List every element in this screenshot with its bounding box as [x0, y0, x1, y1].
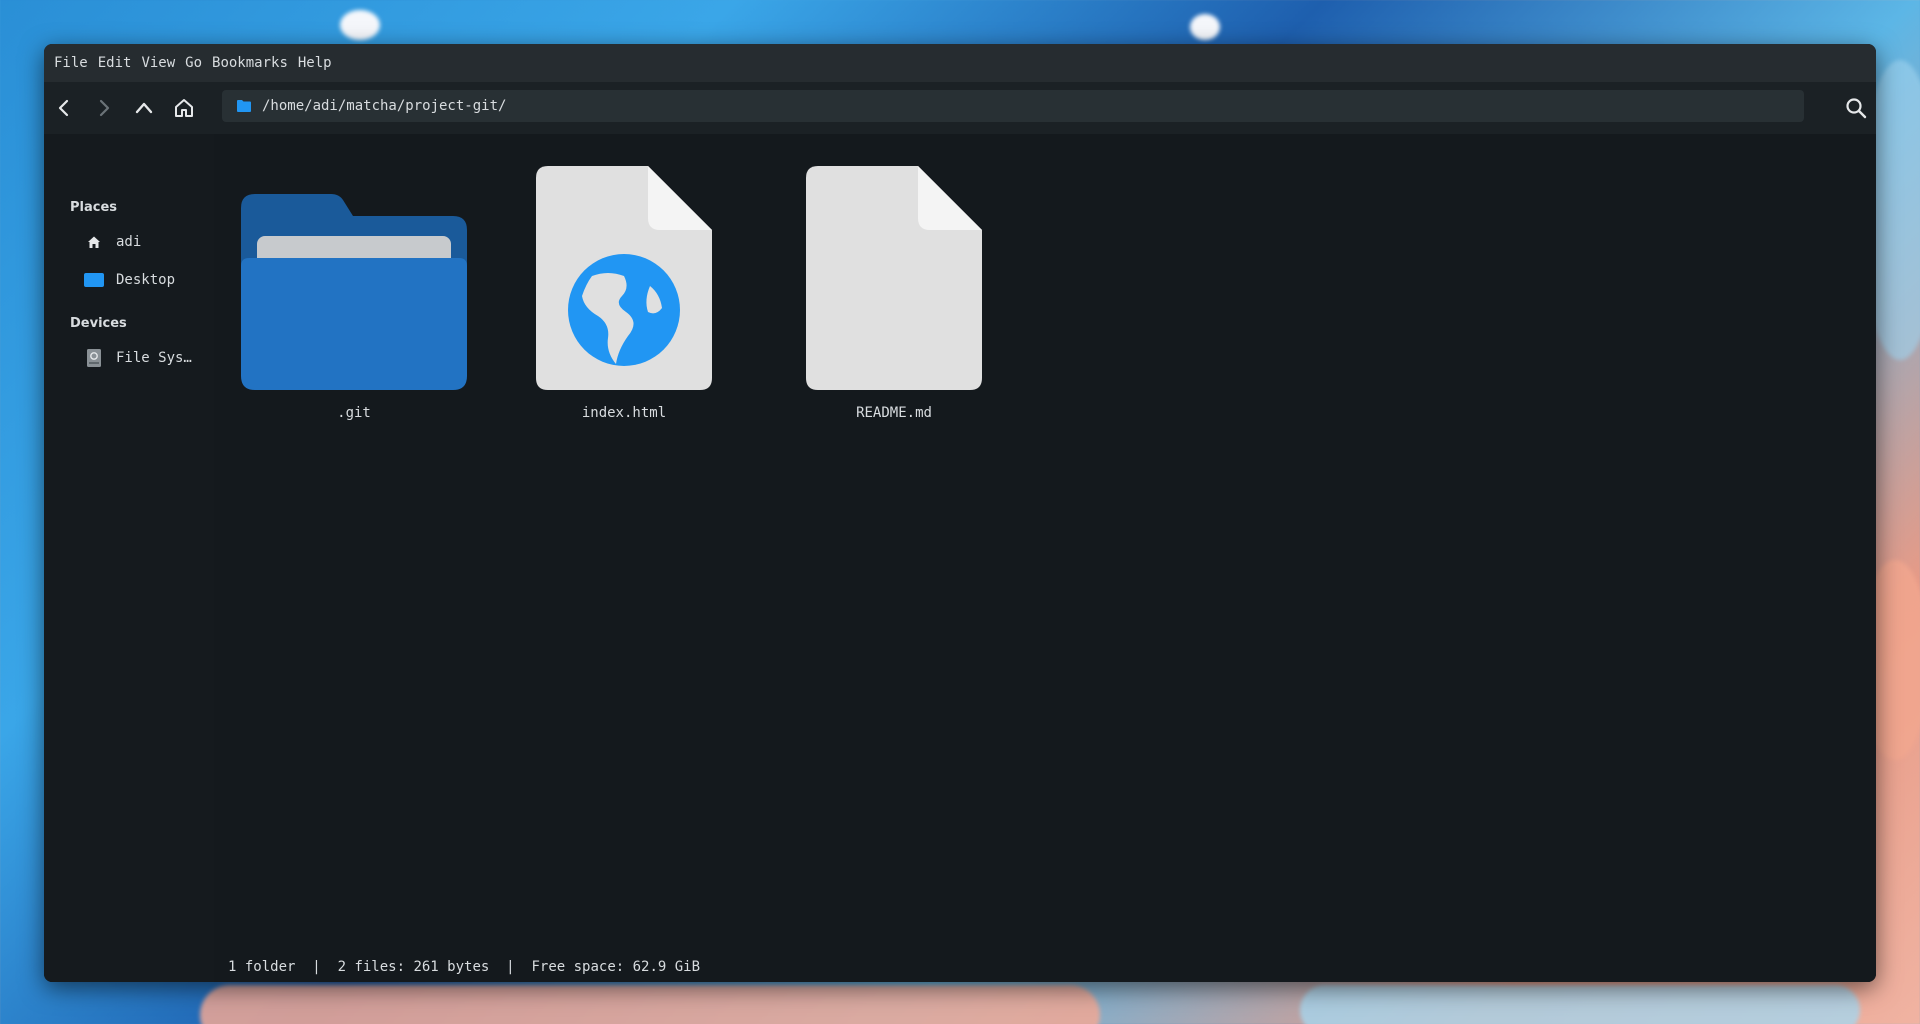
forward-button[interactable] — [84, 88, 124, 128]
folder-icon — [236, 99, 252, 113]
desktop-folder-icon — [84, 270, 104, 290]
folder-icon — [241, 162, 467, 390]
chevron-left-icon — [58, 99, 69, 117]
menu-file[interactable]: File — [54, 55, 88, 71]
file-name: .git — [337, 405, 371, 421]
wallpaper-shape — [1190, 14, 1220, 40]
menu-help[interactable]: Help — [298, 55, 332, 71]
sidebar-item-label: adi — [116, 234, 142, 250]
wallpaper-shape — [340, 10, 380, 40]
status-separator: | — [312, 959, 321, 975]
drive-icon — [84, 348, 104, 368]
file-manager-window: File Edit View Go Bookmarks Help /home/a… — [44, 44, 1876, 982]
status-folder-count: 1 folder — [228, 959, 296, 975]
toolbar: /home/adi/matcha/project-git/ — [44, 82, 1876, 134]
file-view: .git index.html README.md 1 folder | 2 f… — [214, 134, 1876, 982]
wallpaper-shape — [200, 985, 1100, 1024]
file-item-readme[interactable]: README.md — [774, 134, 1014, 434]
location-path: /home/adi/matcha/project-git/ — [262, 98, 507, 114]
status-file-count: 2 files: 261 bytes — [337, 959, 490, 975]
back-button[interactable] — [44, 88, 84, 128]
file-name: README.md — [856, 405, 932, 421]
text-file-icon — [806, 162, 982, 390]
chevron-right-icon — [99, 99, 110, 117]
file-name: index.html — [581, 405, 667, 421]
menu-bar: File Edit View Go Bookmarks Help — [44, 44, 1876, 82]
sidebar-item-adi[interactable]: adi — [84, 232, 214, 252]
up-button[interactable] — [124, 88, 164, 128]
search-icon — [1846, 98, 1867, 119]
sidebar-item-label: Desktop — [116, 272, 176, 288]
file-item-git[interactable]: .git — [234, 134, 474, 434]
sidebar-item-desktop[interactable]: Desktop — [84, 270, 214, 290]
status-separator: | — [506, 959, 515, 975]
menu-edit[interactable]: Edit — [98, 55, 132, 71]
html-file-icon — [536, 162, 712, 390]
menu-bookmarks[interactable]: Bookmarks — [212, 55, 288, 71]
file-item-index-html[interactable]: index.html — [504, 134, 744, 434]
devices-heading: Devices — [70, 316, 127, 331]
home-button[interactable] — [164, 88, 204, 128]
menu-view[interactable]: View — [141, 55, 175, 71]
sidebar: Places adi Desktop Devices File Sys… — [44, 134, 214, 982]
chevron-up-icon — [135, 102, 153, 114]
places-heading: Places — [70, 200, 118, 215]
menu-go[interactable]: Go — [185, 55, 202, 71]
sidebar-item-filesystem[interactable]: File Sys… — [84, 348, 214, 368]
status-bar: 1 folder | 2 files: 261 bytes | Free spa… — [228, 954, 700, 980]
home-icon — [175, 99, 193, 117]
sidebar-item-label: File Sys… — [116, 350, 192, 366]
location-bar[interactable]: /home/adi/matcha/project-git/ — [222, 90, 1804, 122]
home-icon — [84, 232, 104, 252]
search-button[interactable] — [1836, 88, 1876, 128]
wallpaper-shape — [1300, 985, 1860, 1024]
status-free-space: Free space: 62.9 GiB — [531, 959, 701, 975]
